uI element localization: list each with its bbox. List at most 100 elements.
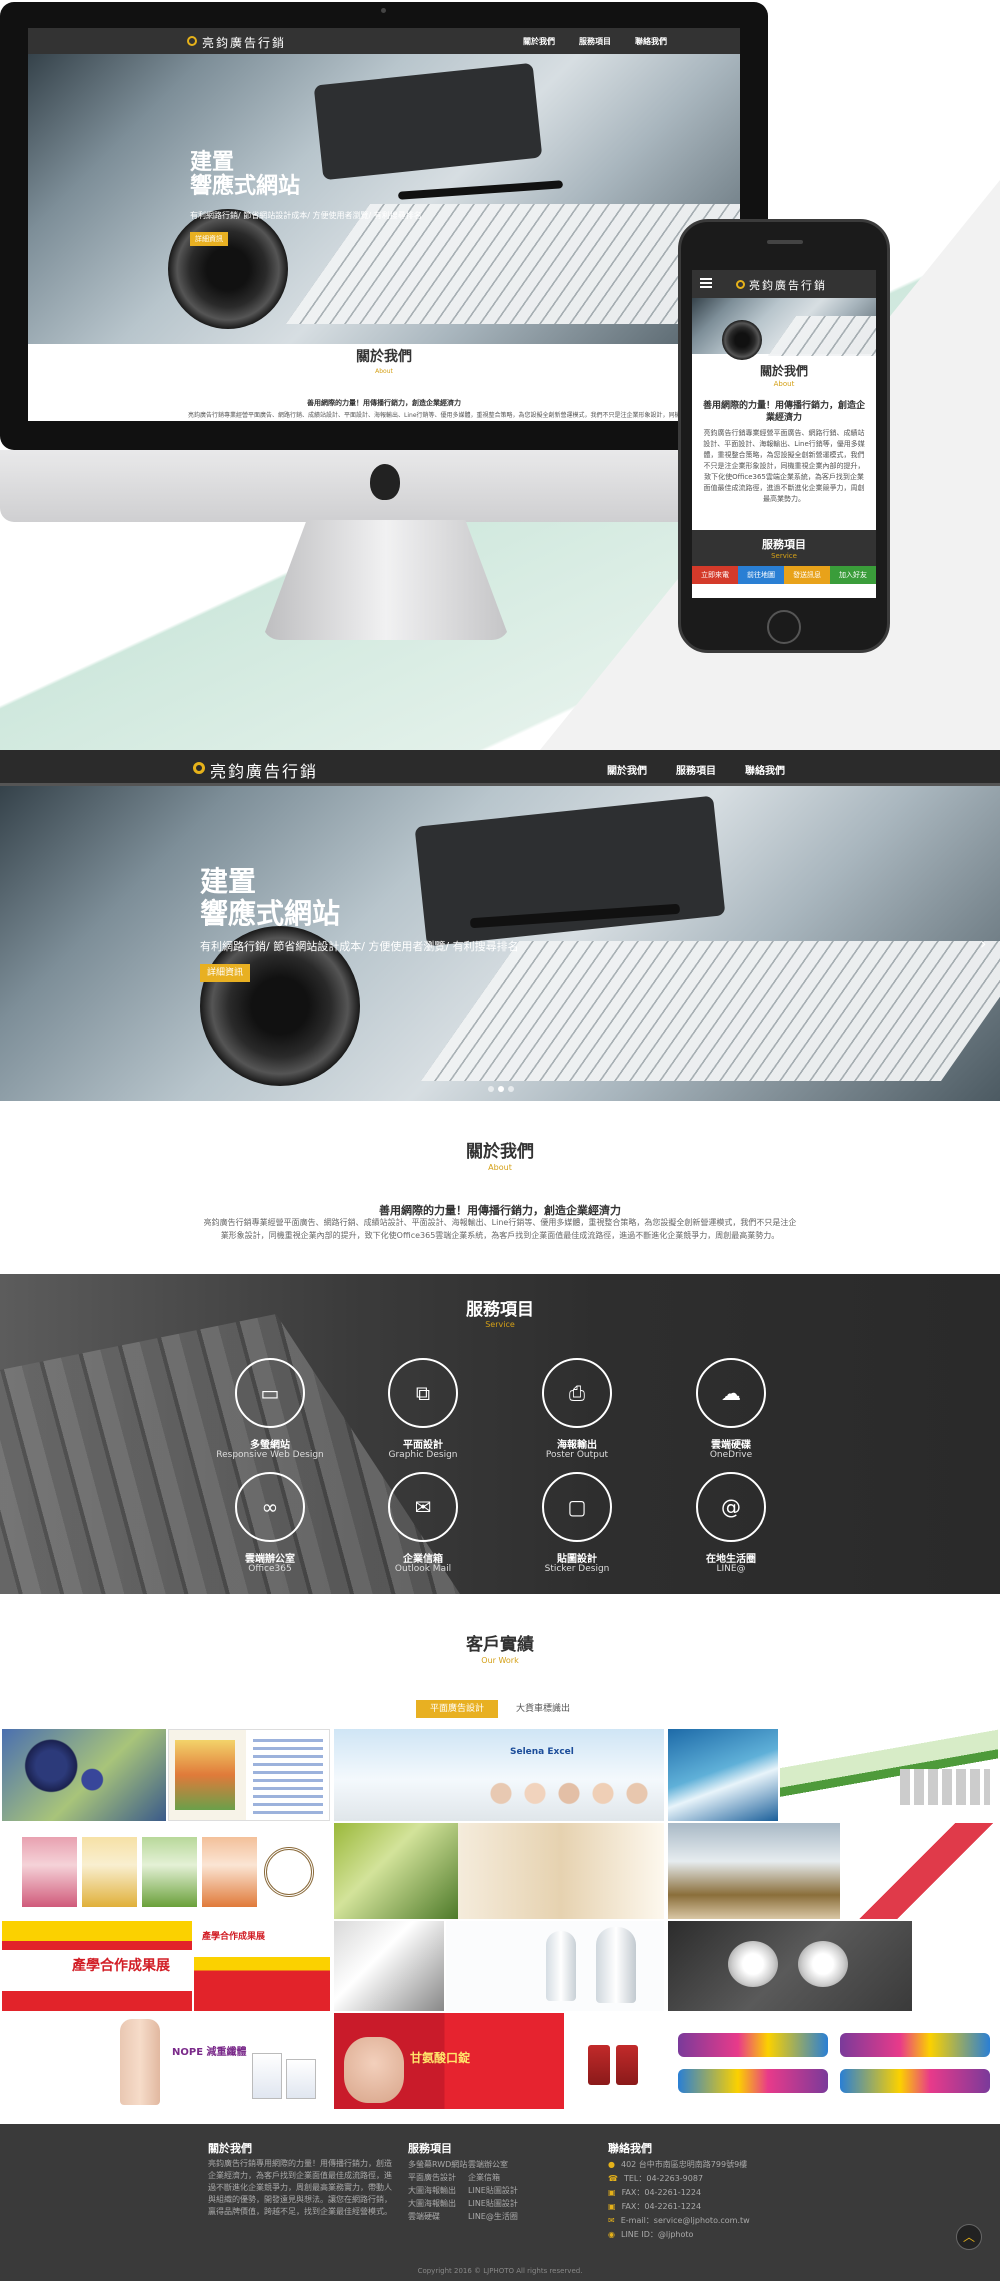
service-mail-button[interactable]: ✉ xyxy=(388,1472,458,1542)
service-monitor-button[interactable]: ▭ xyxy=(235,1358,305,1428)
works-title: 客戶實績 xyxy=(466,1635,534,1655)
tile-label: 產學合作成果展 xyxy=(72,1958,170,1974)
imac-nav-services[interactable]: 服務項目 xyxy=(579,36,611,47)
main-brand[interactable]: 亮鈞廣告行銷 xyxy=(210,758,318,782)
filter-graphic-design[interactable]: 平面廣告設計 xyxy=(416,1700,498,1718)
portfolio-tile[interactable] xyxy=(458,1823,664,1919)
phone-message-button[interactable]: 發送訊息 xyxy=(784,566,830,584)
services-section: 服務項目 Service ▭ 多螢網站 Responsive Web Design ⧉… xyxy=(0,1274,1000,1594)
phone-add-friend-button[interactable]: 加入好友 xyxy=(830,566,876,584)
portfolio-tile[interactable]: NOPE 減重纖體 xyxy=(2,2013,332,2109)
portfolio-tile[interactable] xyxy=(446,1921,664,2011)
imac-screen: 亮鈞廣告行銷 關於我們 服務項目 聯絡我們 建置 響應式網站 有利網路行銷/ 節… xyxy=(28,28,740,421)
service-design-button[interactable]: ⧉ xyxy=(388,1358,458,1428)
next-slide-icon[interactable]: › xyxy=(980,934,986,953)
portfolio-tile[interactable] xyxy=(334,1823,458,1919)
imac-mockup: 亮鈞廣告行銷 關於我們 服務項目 聯絡我們 建置 響應式網站 有利網路行銷/ 節… xyxy=(0,2,768,522)
footer-service-link[interactable]: LINE@生活圈 xyxy=(468,2210,518,2223)
nav-about[interactable]: 關於我們 xyxy=(607,762,647,777)
portfolio-tile[interactable] xyxy=(668,2013,998,2109)
link-icon: ∞ xyxy=(261,1495,279,1519)
imac-hero-title-1: 建置 xyxy=(190,150,235,175)
scroll-top-button[interactable]: ︿ xyxy=(956,2224,982,2250)
service-title: 企業信箱 xyxy=(403,1554,443,1565)
portfolio-tile[interactable]: 產學合作成果展 xyxy=(2,1921,192,2011)
service-title: 雲端硬碟 xyxy=(711,1440,751,1451)
service-title: 雲端辦公室 xyxy=(245,1554,295,1565)
slide-dot[interactable] xyxy=(508,1086,514,1092)
at-icon: @ xyxy=(721,1495,741,1519)
phone-home-button[interactable] xyxy=(767,610,801,644)
design-icon: ⧉ xyxy=(415,1381,431,1405)
mail-icon: ✉ xyxy=(608,2216,615,2225)
phone-map-button[interactable]: 前往地圖 xyxy=(738,566,784,584)
slide-dot[interactable] xyxy=(488,1086,494,1092)
portfolio-tile[interactable] xyxy=(334,1921,444,2011)
apple-logo-icon xyxy=(370,464,400,500)
nav-contact[interactable]: 聯絡我們 xyxy=(745,762,785,777)
portfolio-tile[interactable]: 產學合作成果展 xyxy=(194,1921,330,2011)
footer-services-col1: 多螢幕RWD網站 平面廣告設計 大圖海報輸出 大圖海報輸出 雲端硬碟 xyxy=(408,2158,467,2223)
imac-about-title: 關於我們 xyxy=(356,349,412,365)
footer-contact-title: 聯絡我們 xyxy=(608,2142,652,2155)
footer-service-link[interactable]: 雲端辦公室 xyxy=(468,2158,518,2171)
about-en: About xyxy=(488,1163,512,1172)
imac-brand[interactable]: 亮鈞廣告行銷 xyxy=(202,34,286,51)
phone-call-button[interactable]: 立即來電 xyxy=(692,566,738,584)
fax-icon: ▣ xyxy=(608,2188,616,2197)
phone-speaker xyxy=(767,240,803,244)
service-at-button[interactable]: @ xyxy=(696,1472,766,1542)
service-sticker-button[interactable]: ▢ xyxy=(542,1472,612,1542)
service-printer-button[interactable]: ⎙ xyxy=(542,1358,612,1428)
phone-screen: 亮鈞廣告行銷 關於我們 About 善用網際的力量！用傳播行銷力，創造企業經濟力… xyxy=(692,270,876,598)
footer-service-link[interactable]: 企業信箱 xyxy=(468,2171,518,2184)
contact-line[interactable]: ◉ LINE ID：@ljphoto xyxy=(608,2228,750,2242)
hero-subtitle: 有利網路行銷/ 節省網站設計成本/ 方便使用者瀏覽/ 有利搜尋排名 xyxy=(200,940,519,953)
portfolio-tile[interactable] xyxy=(668,1729,778,1821)
footer-services-col2: 雲端辦公室 企業信箱 LINE貼圖設計 LINE貼圖設計 LINE@生活圈 xyxy=(468,2158,518,2223)
works-en: Our Work xyxy=(481,1656,519,1665)
footer-service-link[interactable]: 多螢幕RWD網站 xyxy=(408,2158,467,2171)
imac-about-headline: 善用網際的力量！用傳播行銷力，創造企業經濟力 xyxy=(307,399,461,407)
imac-hero-photo: 建置 響應式網站 有利網路行銷/ 節省網站設計成本/ 方便使用者瀏覽/ 有利搜尋… xyxy=(28,54,740,344)
footer-service-link[interactable]: LINE貼圖設計 xyxy=(468,2197,518,2210)
imac-nav-contact[interactable]: 聯絡我們 xyxy=(635,36,667,47)
monitor-icon: ▭ xyxy=(260,1381,280,1405)
portfolio-tile[interactable] xyxy=(668,1921,912,2011)
phone-brand[interactable]: 亮鈞廣告行銷 xyxy=(749,277,827,293)
footer-service-link[interactable]: 大圖海報輸出 xyxy=(408,2184,467,2197)
imac-nav-about[interactable]: 關於我們 xyxy=(523,36,555,47)
footer-service-link[interactable]: 大圖海報輸出 xyxy=(408,2197,467,2210)
slide-dot[interactable] xyxy=(498,1086,504,1092)
service-subtitle: LINE@ xyxy=(716,1564,746,1574)
footer-service-link[interactable]: LINE貼圖設計 xyxy=(468,2184,518,2197)
imac-hero-button[interactable]: 詳細資訊 xyxy=(190,232,228,246)
portfolio-tile[interactable]: Selena Excel xyxy=(334,1729,664,1821)
service-link-button[interactable]: ∞ xyxy=(235,1472,305,1542)
main-navbar: 亮鈞廣告行銷 關於我們 服務項目 聯絡我們 xyxy=(0,750,1000,786)
hero-details-button[interactable]: 詳細資訊 xyxy=(200,964,250,982)
filter-truck-signage[interactable]: 大貨車標識出 xyxy=(506,1700,580,1718)
mail-icon: ✉ xyxy=(414,1495,432,1519)
nav-services[interactable]: 服務項目 xyxy=(676,762,716,777)
phone-icon: ☎ xyxy=(608,2174,618,2183)
portfolio-tile[interactable] xyxy=(668,1823,840,1919)
footer-contact-list: ● 402 台中市南區忠明南路799號9樓 ☎ TEL：04-2263-9087 ▣… xyxy=(608,2158,750,2242)
footer-service-link[interactable]: 雲端硬碟 xyxy=(408,2210,467,2223)
portfolio-tile[interactable] xyxy=(842,1823,998,1919)
portfolio-tile[interactable] xyxy=(566,2013,664,2109)
portfolio-tile[interactable]: 甘氨酸口錠 xyxy=(334,2013,564,2109)
copyright: Copyright 2016 © LJPHOTO All rights rese… xyxy=(417,2267,583,2275)
portfolio-tile[interactable] xyxy=(2,1823,332,1919)
footer-service-link[interactable]: 平面廣告設計 xyxy=(408,2171,467,2184)
services-title: 服務項目 xyxy=(466,1300,534,1320)
about-body: 亮鈞廣告行銷專業經營平面廣告、網路行銷、成績站設計、平面設計、海報輸出、Line… xyxy=(203,1218,797,1240)
service-cloud-button[interactable]: ☁ xyxy=(696,1358,766,1428)
portfolio-tile[interactable] xyxy=(168,1729,330,1821)
tile-label: 甘氨酸口錠 xyxy=(410,2051,471,2065)
hero-mockup-section: 亮鈞廣告行銷 關於我們 服務項目 聯絡我們 建置 響應式網站 有利網路行銷/ 節… xyxy=(0,0,1000,750)
contact-tel[interactable]: ☎ TEL：04-2263-9087 xyxy=(608,2172,750,2186)
portfolio-tile[interactable] xyxy=(780,1729,998,1821)
contact-email[interactable]: ✉ E-mail：service@ljphoto.com.tw xyxy=(608,2214,750,2228)
portfolio-tile[interactable] xyxy=(2,1729,166,1821)
